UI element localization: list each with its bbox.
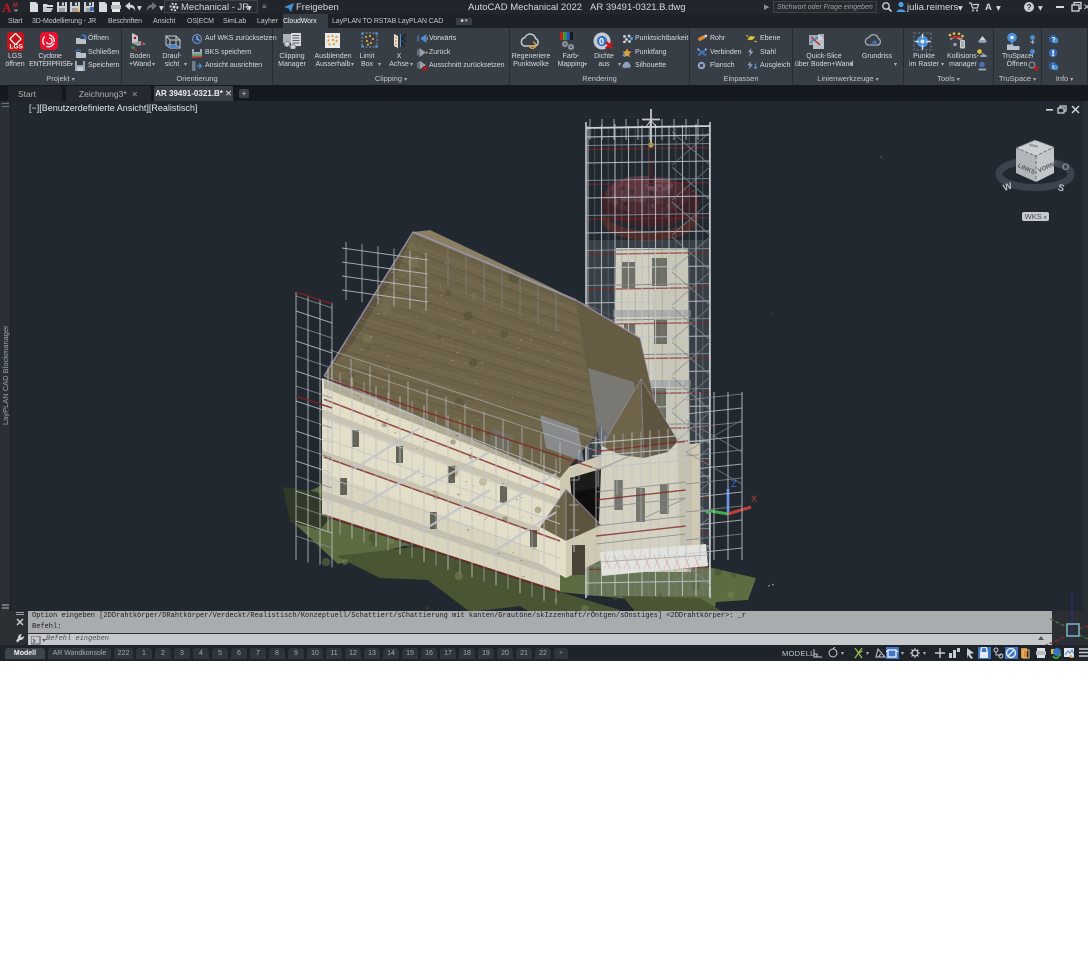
svg-text:M: M	[13, 3, 18, 9]
svg-text:i: i	[1052, 64, 1054, 71]
svg-text:?: ?	[1051, 37, 1055, 44]
svg-text:0: 0	[599, 37, 604, 47]
svg-text:X: X	[751, 494, 757, 504]
svg-text:A: A	[2, 1, 12, 13]
svg-text:O: O	[1062, 162, 1069, 173]
svg-text:LGS: LGS	[10, 44, 24, 51]
svg-text:?: ?	[1027, 3, 1032, 12]
